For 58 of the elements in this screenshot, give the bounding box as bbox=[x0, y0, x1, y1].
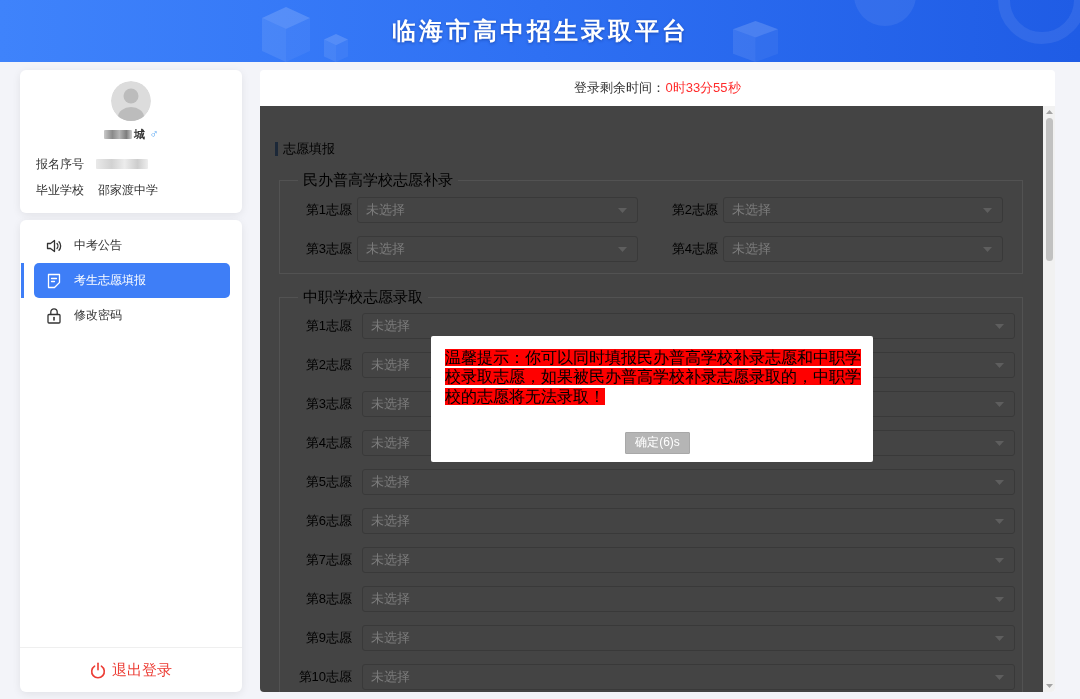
avatar-icon bbox=[111, 81, 151, 121]
blurred-value bbox=[96, 159, 148, 169]
caret-icon bbox=[995, 518, 1004, 524]
caret-icon bbox=[983, 246, 992, 252]
menu-item[interactable]: 中考公告 bbox=[34, 228, 230, 263]
cube-drawing bbox=[324, 34, 348, 62]
choice-label: 第9志愿 bbox=[304, 629, 352, 647]
choice-label: 第8志愿 bbox=[304, 590, 352, 608]
choice-label: 第2志愿 bbox=[304, 356, 352, 374]
selection-indicator bbox=[21, 263, 24, 298]
choice-label: 第7志愿 bbox=[304, 551, 352, 569]
choice-label: 第3志愿 bbox=[304, 240, 352, 258]
cube-drawing bbox=[262, 7, 310, 62]
section-title: 志愿填报 bbox=[275, 142, 335, 156]
caret-icon bbox=[995, 635, 1004, 641]
cube-drawing bbox=[733, 21, 778, 62]
note-icon bbox=[46, 272, 62, 289]
gender-symbol: ♂ bbox=[149, 127, 159, 141]
caret-icon bbox=[995, 479, 1004, 485]
menu-item[interactable]: 修改密码 bbox=[34, 298, 230, 333]
logout-button[interactable]: 退出登录 bbox=[90, 660, 172, 680]
scrollbar[interactable] bbox=[1043, 106, 1055, 692]
scroll-down-icon[interactable] bbox=[1045, 684, 1053, 688]
lock-icon bbox=[46, 307, 62, 324]
power-icon bbox=[90, 661, 106, 679]
app-title: 临海市高中招生录取平台 bbox=[391, 16, 689, 46]
caret-icon bbox=[995, 674, 1004, 680]
speaker-icon bbox=[46, 238, 62, 253]
caret-icon bbox=[995, 596, 1004, 602]
caret-icon bbox=[995, 557, 1004, 563]
scrollbar-thumb[interactable] bbox=[1045, 118, 1053, 261]
choice-label: 第4志愿 bbox=[304, 434, 352, 452]
caret-icon bbox=[995, 401, 1004, 407]
choice-label: 第10志愿 bbox=[297, 668, 352, 686]
warning-message: 温馨提示：你可以同时填报民办普高学校补录志愿和中职学校录取志愿，如果被民办普高学校补录志愿录取的，中职学校的志愿将无法录取！ bbox=[444, 348, 862, 406]
caret-icon bbox=[983, 207, 992, 213]
scroll-up-icon[interactable] bbox=[1045, 110, 1053, 114]
choice-label: 第1志愿 bbox=[304, 201, 352, 219]
caret-icon bbox=[618, 207, 627, 213]
section-legend: 中职学校志愿录取 bbox=[298, 288, 428, 306]
choice-label: 第1志愿 bbox=[304, 317, 352, 335]
field-value: 邵家渡中学 bbox=[98, 181, 158, 199]
choice-label: 第2志愿 bbox=[670, 201, 718, 219]
caret-icon bbox=[995, 362, 1004, 368]
field-label: 报名序号 bbox=[36, 155, 84, 173]
caret-icon bbox=[995, 323, 1004, 329]
choice-label: 第6志愿 bbox=[304, 512, 352, 530]
field-label: 毕业学校 bbox=[36, 181, 84, 199]
choice-label: 第3志愿 bbox=[304, 395, 352, 413]
timer-label: 登录剩余时间： bbox=[574, 79, 666, 97]
countdown-timer: 0时33分55秒 bbox=[665, 79, 741, 97]
choice-label: 第5志愿 bbox=[304, 473, 352, 491]
student-name: 城 bbox=[133, 126, 145, 142]
menu-item[interactable]: 考生志愿填报 bbox=[34, 263, 230, 298]
section-legend: 民办普高学校志愿补录 bbox=[298, 171, 458, 189]
caret-icon bbox=[618, 246, 627, 252]
choice-label: 第4志愿 bbox=[670, 240, 718, 258]
caret-icon bbox=[995, 440, 1004, 446]
